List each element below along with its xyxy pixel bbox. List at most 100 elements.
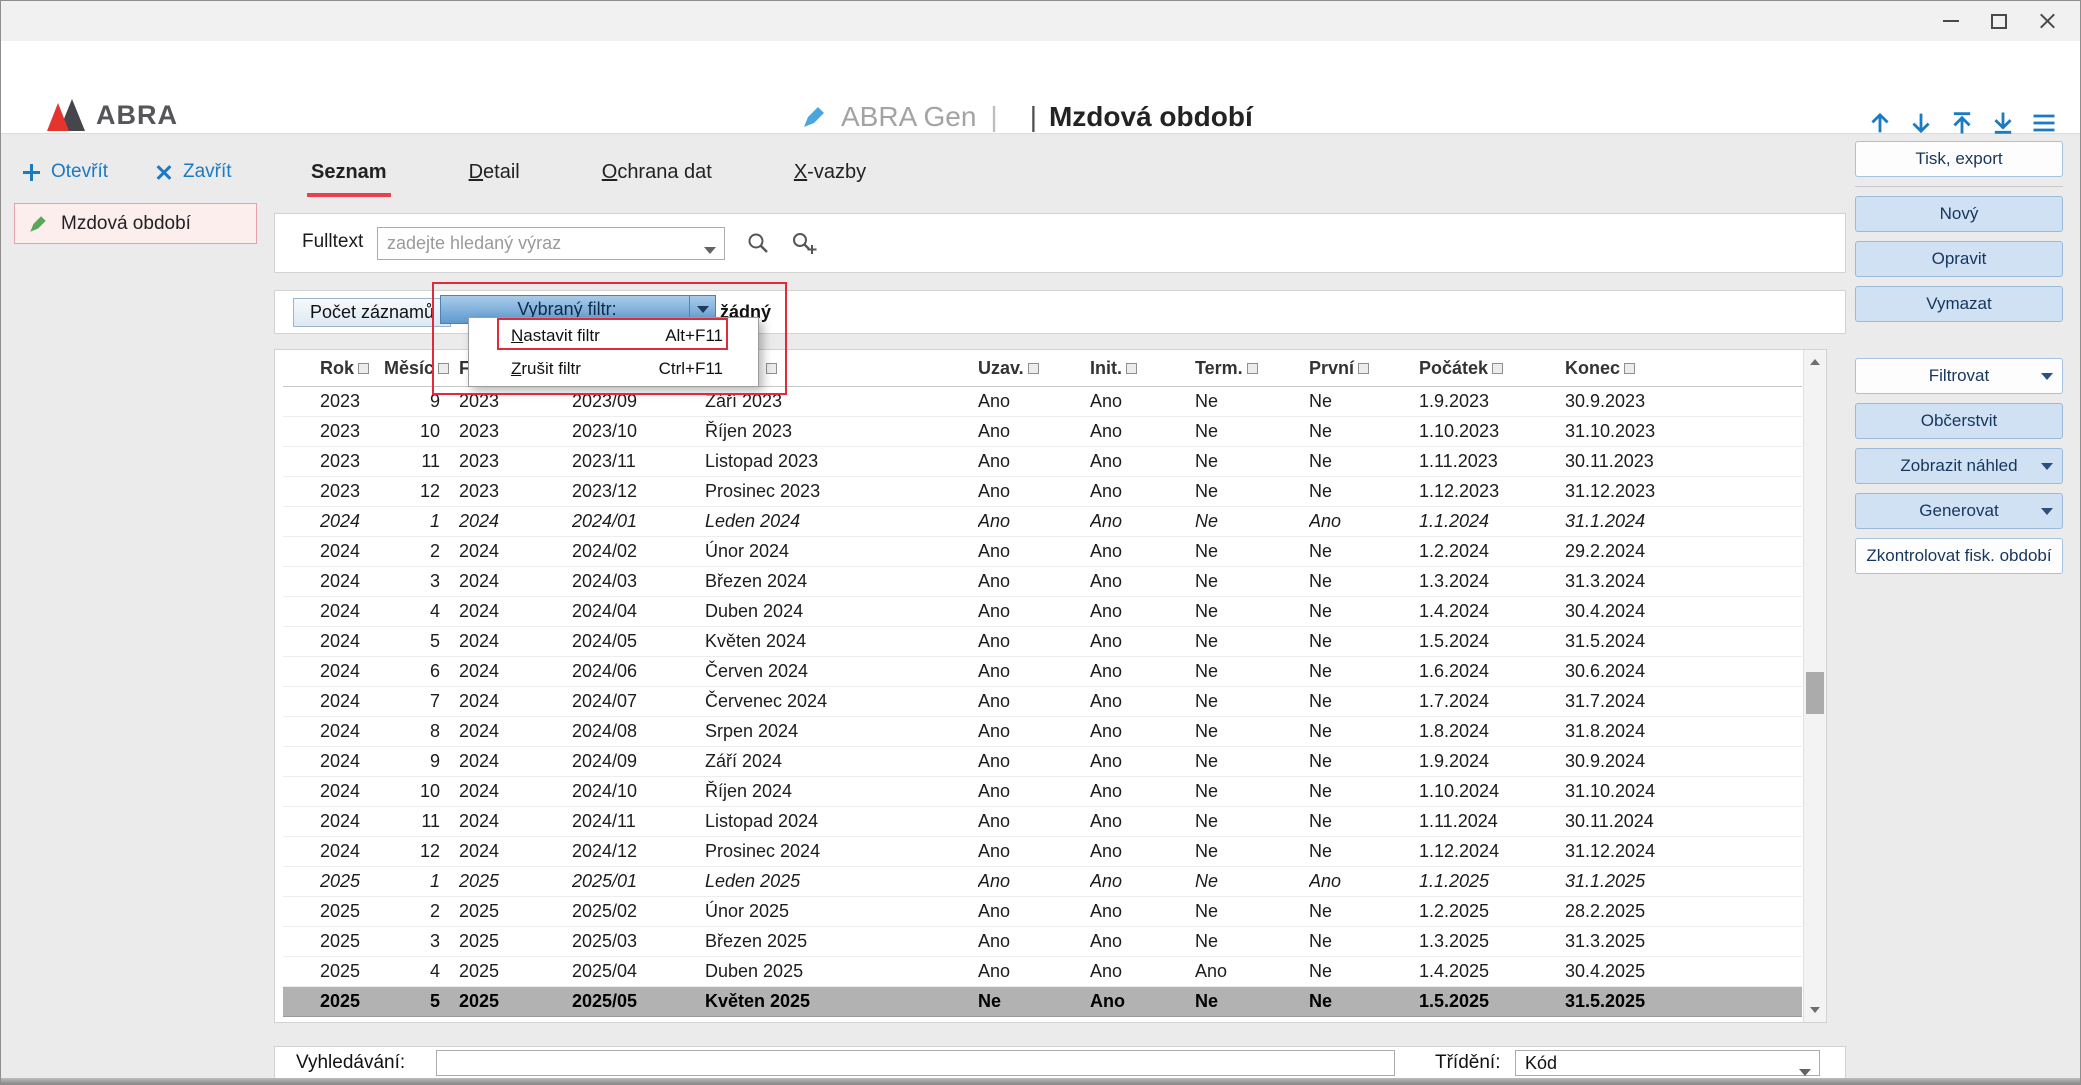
table-scrollbar[interactable]: [1803, 350, 1826, 1022]
close-agenda-button[interactable]: Zavřít: [156, 161, 232, 183]
open-agenda-button[interactable]: Otevřít: [23, 161, 108, 183]
column-header-rok[interactable]: Rok: [283, 350, 373, 386]
cell-prvni: Ne: [1309, 927, 1419, 956]
cell-pocatek: 1.12.2023: [1419, 477, 1565, 506]
scroll-bottom-icon[interactable]: [1989, 109, 2017, 137]
minimize-button[interactable]: [1934, 5, 1968, 37]
filtrovat-button[interactable]: Filtrovat: [1855, 358, 2063, 394]
dropdown-arrow-icon[interactable]: [2041, 373, 2053, 380]
table-row[interactable]: 2024620242024/06Červen 2024AnoAnoNeNe1.6…: [283, 657, 1802, 687]
cell-term: Ano: [1195, 957, 1309, 986]
menu-item-nastavit-filtr[interactable]: Nastavit filtrAlt+F11: [470, 319, 757, 352]
table-row[interactable]: 2025120252025/01Leden 2025AnoAnoNeAno1.1…: [283, 867, 1802, 897]
fulltext-combobox[interactable]: [377, 227, 725, 260]
table-row[interactable]: 2024720242024/07Červenec 2024AnoAnoNeNe1…: [283, 687, 1802, 717]
zobrazit-n-hled-button[interactable]: Zobrazit náhled: [1855, 448, 2063, 484]
record-count-button[interactable]: Počet záznamů: [293, 298, 451, 327]
cell-pocatek: 1.2.2024: [1419, 537, 1565, 566]
table-row[interactable]: 2024820242024/08Srpen 2024AnoAnoNeNe1.8.…: [283, 717, 1802, 747]
menu-icon[interactable]: [2030, 109, 2058, 137]
cell-uzav: Ano: [978, 837, 1090, 866]
cell-pocatek: 1.5.2024: [1419, 627, 1565, 656]
tab-seznam[interactable]: Seznam: [309, 153, 389, 197]
table-row[interactable]: 2025520252025/05Květen 2025NeAnoNeNe1.5.…: [283, 987, 1802, 1017]
generovat-button[interactable]: Generovat: [1855, 493, 2063, 529]
table-row[interactable]: 20241220242024/12Prosinec 2024AnoAnoNeNe…: [283, 837, 1802, 867]
search-advanced-button[interactable]: [790, 230, 818, 261]
column-header-prvni[interactable]: První: [1309, 350, 1419, 386]
table-row[interactable]: 20231220232023/12Prosinec 2023AnoAnoNeNe…: [283, 477, 1802, 507]
table-row[interactable]: 2024320242024/03Březen 2024AnoAnoNeNe1.3…: [283, 567, 1802, 597]
table-row[interactable]: 2025320252025/03Březen 2025AnoAnoNeNe1.3…: [283, 927, 1802, 957]
column-header-label: Konec: [1565, 358, 1620, 379]
cell-init: Ano: [1090, 927, 1195, 956]
ob-erstvit-button[interactable]: Občerstvit: [1855, 403, 2063, 439]
cell-rok: 2024: [283, 537, 373, 566]
column-header-init[interactable]: Init.: [1090, 350, 1195, 386]
table-row[interactable]: 2024420242024/04Duben 2024AnoAnoNeNe1.4.…: [283, 597, 1802, 627]
search-button[interactable]: [745, 230, 771, 261]
table-row[interactable]: 2024920242024/09Září 2024AnoAnoNeNe1.9.2…: [283, 747, 1802, 777]
cell-kod: 2024/03: [572, 567, 705, 596]
maximize-button[interactable]: [1982, 5, 2016, 37]
table-row[interactable]: 2025220252025/02Únor 2025AnoAnoNeNe1.2.2…: [283, 897, 1802, 927]
fulltext-input[interactable]: [378, 228, 724, 259]
sidebar-item-mzdova-obdobi[interactable]: Mzdová období: [14, 203, 257, 244]
sort-indicator-icon[interactable]: [1492, 363, 1503, 374]
cell-nazev: Srpen 2024: [705, 717, 978, 746]
sort-indicator-icon[interactable]: [766, 363, 777, 374]
abra-logo: ABRA: [45, 99, 178, 131]
table-row[interactable]: 20231120232023/11Listopad 2023AnoAnoNeNe…: [283, 447, 1802, 477]
close-button[interactable]: [2030, 5, 2064, 37]
sort-indicator-icon[interactable]: [358, 363, 369, 374]
cell-uzav: Ano: [978, 807, 1090, 836]
nov-button[interactable]: Nový: [1855, 196, 2063, 232]
table-row[interactable]: 2025420252025/04Duben 2025AnoAnoAnoNe1.4…: [283, 957, 1802, 987]
column-header-pocatek[interactable]: Počátek: [1419, 350, 1565, 386]
sort-indicator-icon[interactable]: [438, 363, 449, 374]
dropdown-arrow-icon[interactable]: [2041, 508, 2053, 515]
scrollbar-up-button[interactable]: [1804, 350, 1826, 374]
incremental-search-input[interactable]: [436, 1050, 1395, 1076]
table-row[interactable]: 2024520242024/05Květen 2024AnoAnoNeNe1.5…: [283, 627, 1802, 657]
sort-indicator-icon[interactable]: [1126, 363, 1137, 374]
table-row[interactable]: 2023920232023/09Září 2023AnoAnoNeNe1.9.2…: [283, 387, 1802, 417]
cell-fisk: 2024: [453, 537, 572, 566]
cell-init: Ano: [1090, 447, 1195, 476]
tisk-export-button[interactable]: Tisk, export: [1855, 141, 2063, 177]
scrollbar-down-button[interactable]: [1804, 998, 1826, 1022]
column-header-label: Měsíc: [384, 358, 434, 379]
opravit-button[interactable]: Opravit: [1855, 241, 2063, 277]
cell-nazev: Květen 2024: [705, 627, 978, 656]
sort-select[interactable]: Kód: [1515, 1050, 1820, 1076]
close-label: Zavřít: [183, 161, 232, 183]
table-row[interactable]: 2024120242024/01Leden 2024AnoAnoNeAno1.1…: [283, 507, 1802, 537]
cell-konec: 30.9.2023: [1565, 387, 1804, 416]
tab-x-vazby[interactable]: X-vazby: [792, 153, 868, 197]
sort-indicator-icon[interactable]: [1358, 363, 1369, 374]
zkontrolovat-fisk-obdob-button[interactable]: Zkontrolovat fisk. období: [1855, 538, 2063, 574]
tab-ochrana-dat[interactable]: Ochrana dat: [600, 153, 714, 197]
menu-item-zru-it-filtr[interactable]: Zrušit filtrCtrl+F11: [470, 352, 757, 385]
scroll-down-icon[interactable]: [1907, 109, 1935, 137]
tab-detail[interactable]: Detail: [467, 153, 522, 197]
table-row[interactable]: 20231020232023/10Říjen 2023AnoAnoNeNe1.1…: [283, 417, 1802, 447]
sort-indicator-icon[interactable]: [1247, 363, 1258, 374]
vymazat-button[interactable]: Vymazat: [1855, 286, 2063, 322]
scrollbar-thumb[interactable]: [1806, 672, 1824, 714]
table-row[interactable]: 20241120242024/11Listopad 2024AnoAnoNeNe…: [283, 807, 1802, 837]
dropdown-arrow-icon[interactable]: [2041, 463, 2053, 470]
combo-dropdown-icon[interactable]: [704, 241, 716, 259]
column-header-uzav[interactable]: Uzav.: [978, 350, 1090, 386]
table-row[interactable]: 20241020242024/10Říjen 2024AnoAnoNeNe1.1…: [283, 777, 1802, 807]
cell-uzav: Ano: [978, 897, 1090, 926]
column-header-mesic[interactable]: Měsíc: [373, 350, 453, 386]
cell-pocatek: 1.4.2024: [1419, 597, 1565, 626]
column-header-konec[interactable]: Konec: [1565, 350, 1804, 386]
sort-indicator-icon[interactable]: [1624, 363, 1635, 374]
scroll-top-icon[interactable]: [1948, 109, 1976, 137]
column-header-term[interactable]: Term.: [1195, 350, 1309, 386]
scroll-up-icon[interactable]: [1866, 109, 1894, 137]
sort-indicator-icon[interactable]: [1028, 363, 1039, 374]
table-row[interactable]: 2024220242024/02Únor 2024AnoAnoNeNe1.2.2…: [283, 537, 1802, 567]
